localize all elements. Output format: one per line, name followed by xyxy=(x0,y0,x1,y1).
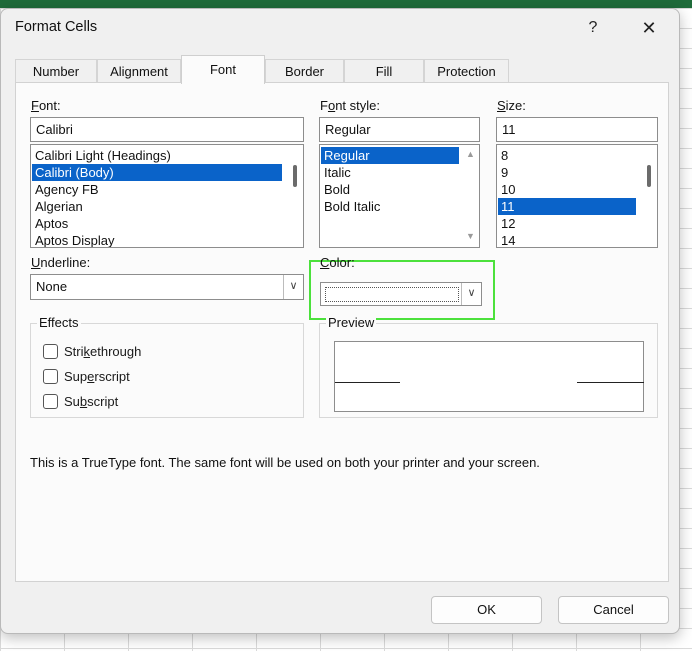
list-item[interactable]: Algerian xyxy=(32,198,282,215)
tab-number[interactable]: Number xyxy=(15,59,97,83)
font-input[interactable]: Calibri xyxy=(30,117,304,142)
preview-baseline-right xyxy=(577,382,644,383)
ok-button[interactable]: OK xyxy=(431,596,542,624)
strikethrough-checkbox[interactable] xyxy=(43,344,58,359)
color-label: Color: xyxy=(320,255,355,270)
list-item[interactable]: Bold xyxy=(321,181,459,198)
size-label: Size: xyxy=(497,98,526,113)
tab-font[interactable]: Font xyxy=(181,55,265,84)
underline-value: None xyxy=(36,279,68,294)
preview-group: Preview xyxy=(319,315,658,418)
strikethrough-label: Strikethrough xyxy=(64,344,142,359)
color-dropdown[interactable]: ∨ xyxy=(320,282,482,306)
preview-baseline-left xyxy=(335,382,400,383)
effects-title: Effects xyxy=(37,315,81,330)
cancel-button[interactable]: Cancel xyxy=(558,596,669,624)
chevron-down-icon[interactable]: ∨ xyxy=(283,275,303,299)
list-item[interactable]: 8 xyxy=(498,147,636,164)
underline-label: Underline: xyxy=(31,255,91,270)
effects-group: Effects Strikethrough Superscript Subscr… xyxy=(30,315,304,418)
list-item[interactable]: 14 xyxy=(498,232,636,247)
list-item[interactable]: Italic xyxy=(321,164,459,181)
list-item[interactable]: Aptos Display xyxy=(32,232,282,247)
preview-box xyxy=(334,341,644,412)
list-item[interactable]: 12 xyxy=(498,215,636,232)
list-item[interactable]: 9 xyxy=(498,164,636,181)
subscript-checkbox[interactable] xyxy=(43,394,58,409)
excel-ribbon-strip xyxy=(0,0,692,8)
list-item[interactable]: Agency FB xyxy=(32,181,282,198)
font-style-list-scrollbar[interactable]: ▲ ▼ xyxy=(462,145,479,247)
close-button[interactable]: ✕ xyxy=(629,13,669,43)
format-cells-dialog: Format Cells ? ✕ Number Alignment Font B… xyxy=(0,8,680,634)
chevron-down-icon[interactable]: ∨ xyxy=(461,283,481,305)
size-list[interactable]: 8 9 10 11 12 14 xyxy=(496,144,658,248)
superscript-checkbox[interactable] xyxy=(43,369,58,384)
scroll-down-icon[interactable]: ▼ xyxy=(466,231,475,241)
list-item[interactable]: 10 xyxy=(498,181,636,198)
font-style-list[interactable]: Regular Italic Bold Bold Italic ▲ ▼ xyxy=(319,144,480,248)
list-item[interactable]: 11 xyxy=(498,198,636,215)
list-item[interactable]: Bold Italic xyxy=(321,198,459,215)
scroll-thumb[interactable] xyxy=(647,165,651,187)
tab-alignment[interactable]: Alignment xyxy=(97,59,181,83)
tab-fill[interactable]: Fill xyxy=(344,59,424,83)
list-item[interactable]: Aptos xyxy=(32,215,282,232)
scroll-thumb[interactable] xyxy=(293,165,297,187)
help-button[interactable]: ? xyxy=(573,13,613,43)
tab-border[interactable]: Border xyxy=(265,59,344,83)
color-swatch xyxy=(325,287,459,302)
list-item[interactable]: Regular xyxy=(321,147,459,164)
font-list[interactable]: Calibri Light (Headings) Calibri (Body) … xyxy=(30,144,304,248)
font-list-scrollbar[interactable] xyxy=(286,145,303,247)
font-style-input[interactable]: Regular xyxy=(319,117,480,142)
font-label: Font: xyxy=(31,98,61,113)
font-info-text: This is a TrueType font. The same font w… xyxy=(30,455,540,470)
superscript-label: Superscript xyxy=(64,369,130,384)
list-item[interactable]: Calibri Light (Headings) xyxy=(32,147,282,164)
list-item[interactable]: Calibri (Body) xyxy=(32,164,282,181)
close-icon: ✕ xyxy=(641,18,657,38)
title-bar: Format Cells ? ✕ xyxy=(1,9,679,47)
underline-dropdown[interactable]: None ∨ xyxy=(30,274,304,300)
size-input[interactable]: 11 xyxy=(496,117,658,142)
scroll-up-icon[interactable]: ▲ xyxy=(466,149,475,159)
size-list-scrollbar[interactable] xyxy=(640,145,657,247)
dialog-title: Format Cells xyxy=(15,19,98,35)
tab-protection[interactable]: Protection xyxy=(424,59,509,83)
font-tab-panel: Font: Calibri Calibri Light (Headings) C… xyxy=(15,82,669,582)
font-style-label: Font style: xyxy=(320,98,380,113)
subscript-label: Subscript xyxy=(64,394,119,409)
preview-title: Preview xyxy=(326,315,377,330)
